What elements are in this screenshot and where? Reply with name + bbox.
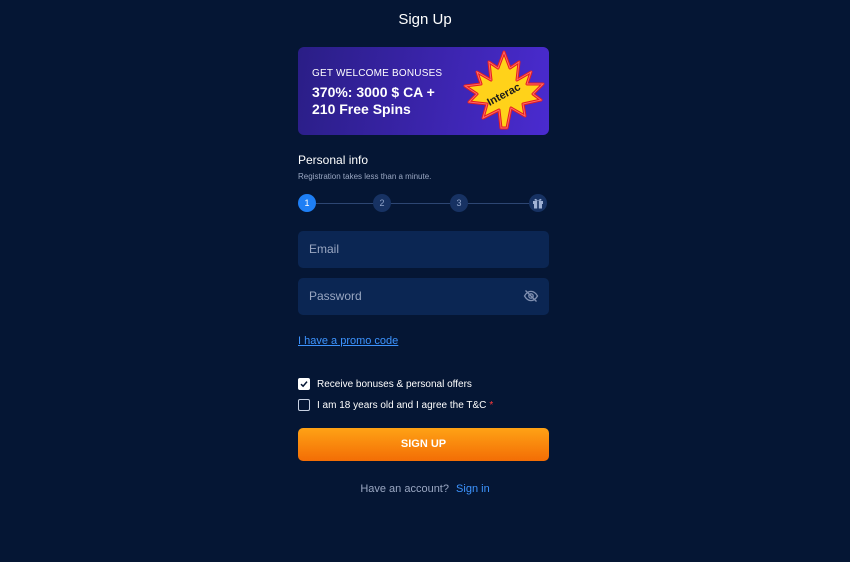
checkmark-icon [300,381,308,388]
sign-in-link[interactable]: Sign in [456,483,490,495]
have-account-text: Have an account? [360,483,449,495]
terms-checkbox-label: I am 18 years old and I agree the T&C [317,399,487,411]
step-2: 2 [373,194,391,212]
step-1: 1 [298,194,316,212]
promo-code-link[interactable]: I have a promo code [298,335,549,347]
banner-kicker: GET WELCOME BONUSES [312,68,443,79]
required-mark: * [489,399,494,411]
password-field[interactable] [298,278,549,315]
bonuses-checkbox[interactable] [298,378,310,390]
step-bonus [529,194,547,212]
personal-info-subtitle: Registration takes less than a minute. [298,172,432,181]
gift-icon [533,198,543,209]
email-input[interactable] [309,231,509,268]
email-field[interactable] [298,231,549,268]
eye-off-icon[interactable] [523,289,539,303]
bonuses-checkbox-label: Receive bonuses & personal offers [317,378,472,390]
step-3: 3 [450,194,468,212]
terms-checkbox[interactable] [298,399,310,411]
password-input[interactable] [309,278,509,315]
page-title: Sign Up [398,11,452,28]
bonuses-consent-row[interactable]: Receive bonuses & personal offers [298,377,549,391]
registration-stepper: 1 2 3 [298,193,549,213]
interac-maple-leaf-logo: Interac [463,50,545,130]
sign-up-button[interactable]: SIGN UP [298,428,549,461]
welcome-bonus-banner[interactable]: GET WELCOME BONUSES 370%: 3000 $ CA + 21… [298,47,549,135]
banner-headline: 370%: 3000 $ CA + 210 Free Spins [312,84,435,117]
stepper-line [316,202,539,204]
terms-consent-row[interactable]: I am 18 years old and I agree the T&C * [298,398,549,412]
sign-in-prompt: Have an account? Sign in [0,483,850,495]
personal-info-title: Personal info [298,153,369,167]
